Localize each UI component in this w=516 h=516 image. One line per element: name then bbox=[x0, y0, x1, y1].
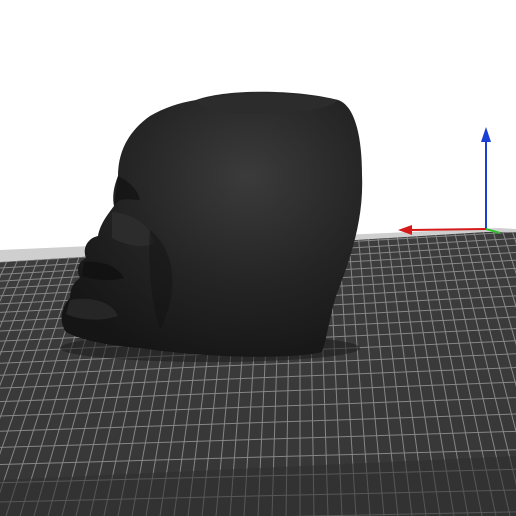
scene-canvas[interactable] bbox=[0, 0, 516, 516]
axis-gizmo bbox=[398, 127, 501, 235]
3d-viewport[interactable] bbox=[0, 0, 516, 516]
x-axis-line bbox=[409, 228, 487, 231]
arrow-up-icon bbox=[481, 127, 491, 142]
head-model[interactable] bbox=[61, 91, 363, 357]
